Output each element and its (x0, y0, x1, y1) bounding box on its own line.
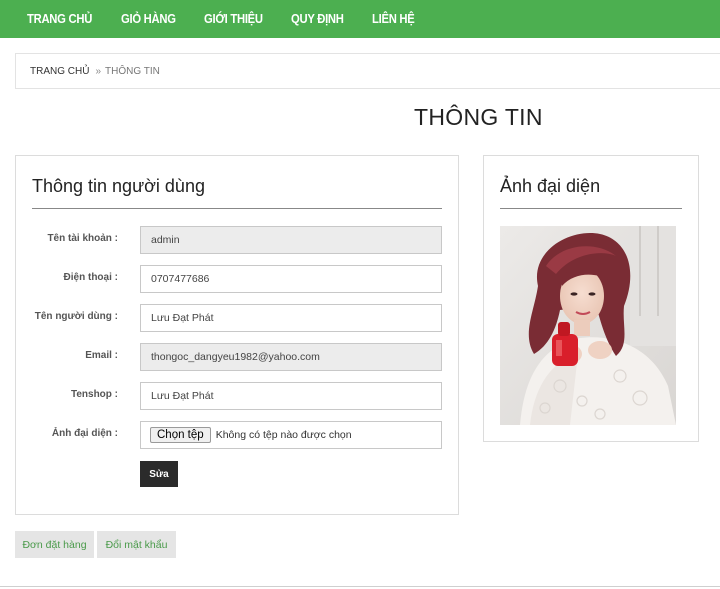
nav-about-link[interactable]: GIỚI THIỆU (204, 12, 263, 26)
avatar-photo (500, 226, 676, 425)
avatar-upload-label: Ảnh đại diện : (51, 428, 118, 439)
breadcrumb: TRANG CHỦ » THÔNG TIN (15, 53, 720, 89)
username-label: Tên tài khoản : (47, 233, 118, 244)
avatar-heading-divider (500, 208, 682, 209)
change-password-button[interactable]: Đổi mật khẩu (97, 531, 176, 558)
breadcrumb-current: THÔNG TIN (105, 65, 160, 77)
shop-label: Tenshop : (70, 389, 118, 400)
avatar-heading: Ảnh đại diện (500, 176, 601, 196)
nav-cart-link[interactable]: GIỎ HÀNG (121, 12, 176, 26)
user-info-panel: Thông tin người dùng Tên tài khoản : adm… (15, 155, 459, 515)
nav-home-link[interactable]: TRANG CHỦ (27, 12, 92, 26)
email-row: Email : thongoc_dangyeu1982@yahoo.com (16, 343, 460, 371)
orders-button[interactable]: Đơn đặt hàng (15, 531, 94, 558)
avatar-upload-row: Ảnh đại diện : Chọn tệp Không có tệp nào… (16, 421, 460, 449)
email-label: Email : (85, 350, 118, 361)
shop-field[interactable]: Lưu Đạt Phát (140, 382, 442, 410)
fullname-field[interactable]: Lưu Đạt Phát (140, 304, 442, 332)
phone-row: Điện thoại : 0707477686 (16, 265, 460, 293)
shop-row: Tenshop : Lưu Đạt Phát (16, 382, 460, 410)
file-status-text: Không có tệp nào được chọn (215, 429, 352, 441)
user-info-heading: Thông tin người dùng (32, 176, 205, 196)
avatar-panel: Ảnh đại diện (483, 155, 699, 442)
email-field: thongoc_dangyeu1982@yahoo.com (140, 343, 442, 371)
username-field: admin (140, 226, 442, 254)
breadcrumb-home-link[interactable]: TRANG CHỦ (30, 66, 89, 77)
choose-file-button[interactable]: Chọn tệp (150, 427, 211, 443)
phone-field[interactable]: 0707477686 (140, 265, 442, 293)
username-row: Tên tài khoản : admin (16, 226, 460, 254)
footer-divider (0, 586, 720, 587)
page-title: THÔNG TIN (414, 104, 543, 130)
fullname-label: Tên người dùng : (34, 311, 118, 322)
nav-contact-link[interactable]: LIÊN HỆ (372, 12, 415, 26)
phone-label: Điện thoại : (63, 272, 118, 283)
nav-rules-link[interactable]: QUY ĐỊNH (291, 12, 344, 26)
breadcrumb-separator: » (95, 65, 102, 77)
heading-divider (32, 208, 442, 209)
fullname-row: Tên người dùng : Lưu Đạt Phát (16, 304, 460, 332)
top-navigation-bar: TRANG CHỦ GIỎ HÀNG GIỚI THIỆU QUY ĐỊNH L… (0, 0, 720, 38)
edit-submit-button[interactable]: Sửa (140, 461, 178, 487)
avatar-file-input[interactable]: Chọn tệp Không có tệp nào được chọn (140, 421, 442, 449)
